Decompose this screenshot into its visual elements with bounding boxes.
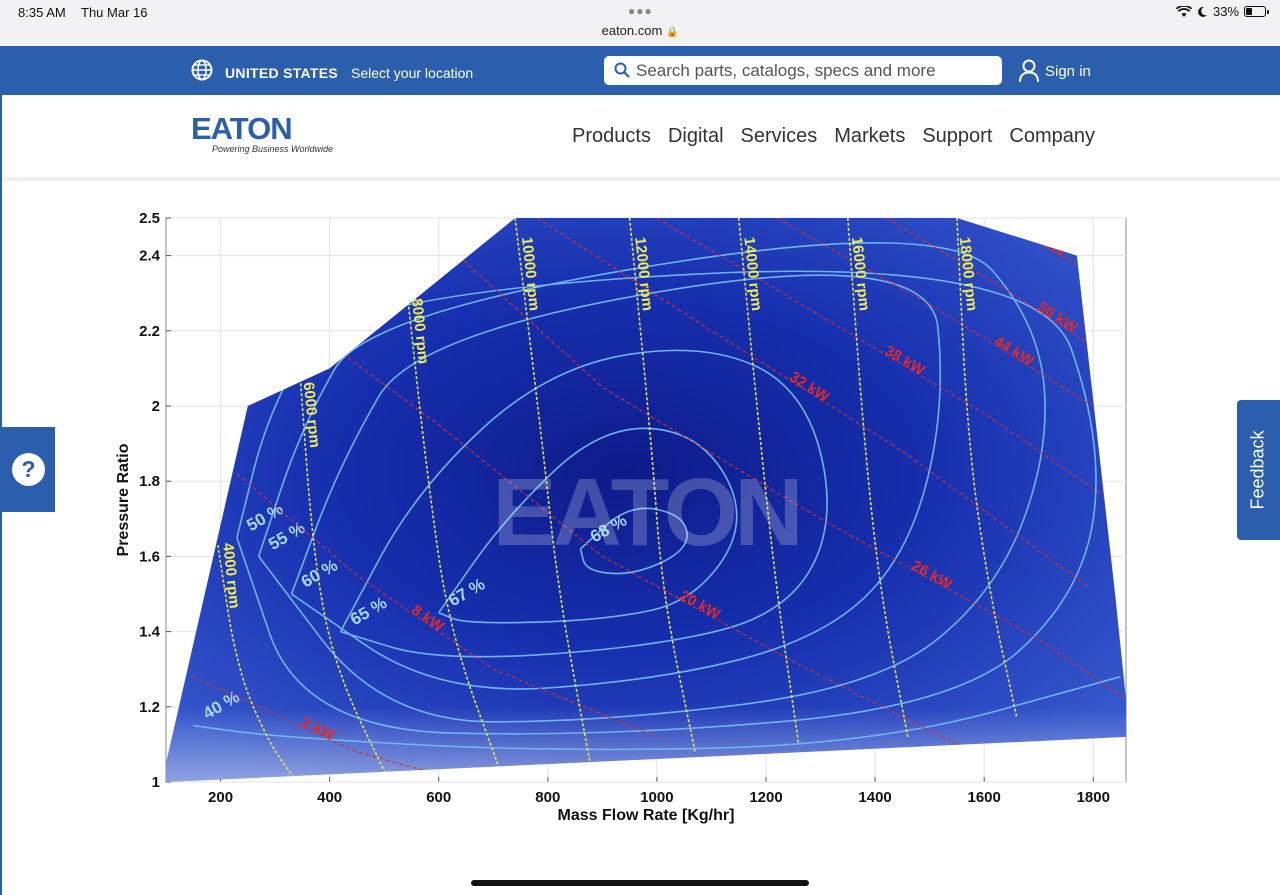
nav-company[interactable]: Company [1009, 125, 1095, 148]
y-tick-label: 1.4 [139, 624, 161, 641]
eaton-watermark: EATON [492, 459, 799, 566]
search-icon[interactable] [614, 62, 630, 78]
x-tick-label: 1400 [858, 789, 891, 806]
home-indicator[interactable] [471, 880, 809, 886]
feedback-tab[interactable]: Feedback [1237, 400, 1280, 540]
lock-icon: 🔒 [665, 27, 679, 38]
nav-markets[interactable]: Markets [834, 125, 905, 148]
moon-icon [1198, 6, 1207, 17]
x-tick-label: 600 [426, 789, 451, 806]
y-tick-label: 2.5 [139, 210, 160, 227]
feedback-label: Feedback [1247, 430, 1268, 510]
select-location-link[interactable]: Select your location [351, 65, 473, 81]
x-tick-label: 1800 [1077, 789, 1110, 806]
x-tick-label: 1600 [967, 789, 1000, 806]
x-axis-label: Mass Flow Rate [Kg/hr] [558, 807, 735, 824]
x-tick-label: 800 [535, 789, 560, 806]
y-tick-label: 2.4 [139, 248, 161, 265]
sign-in-label: Sign in [1045, 62, 1091, 80]
multitasking-dots-icon[interactable]: ●●● [628, 4, 653, 18]
help-icon: ? [12, 453, 45, 486]
battery-percent: 33% [1212, 4, 1239, 19]
logo-tagline: Powering Business Worldwide [212, 144, 334, 154]
compressor-map-chart: 200 400 600 800 1000 1200 1400 1600 1800 1 1.2 1.4 1… [115, 210, 1127, 824]
x-tick-label: 1000 [640, 789, 673, 806]
y-tick-label: 1.2 [139, 699, 160, 716]
nav-products[interactable]: Products [572, 125, 651, 148]
logo-wordmark: EATON [191, 111, 293, 146]
y-tick-label: 2.2 [139, 323, 160, 340]
status-time: 8:35 AM [18, 5, 66, 20]
user-icon [1019, 59, 1039, 83]
x-tick-label: 200 [208, 789, 233, 806]
search-input[interactable] [634, 56, 998, 85]
main-nav: Products Digital Services Markets Suppor… [572, 125, 1095, 148]
status-day: Thu Mar 16 [81, 5, 148, 20]
sign-in-button[interactable]: Sign in [1018, 59, 1091, 83]
status-indicators: 33% [1175, 4, 1269, 19]
y-tick-label: 2 [152, 398, 160, 415]
y-tick-label: 1.6 [139, 548, 160, 565]
y-axis-label: Pressure Ratio [115, 443, 132, 556]
eaton-logo[interactable]: EATON Powering Business Worldwide [191, 111, 334, 154]
nav-digital[interactable]: Digital [668, 125, 724, 148]
x-tick-label: 1200 [749, 789, 782, 806]
globe-icon[interactable] [191, 59, 213, 81]
wifi-icon [1175, 5, 1192, 17]
nav-services[interactable]: Services [741, 125, 818, 148]
address-bar[interactable]: eaton.com 🔒 [0, 23, 1280, 38]
utility-bar: UNITED STATES Select your location Sign … [0, 46, 1280, 95]
y-tick-label: 1 [152, 774, 160, 791]
site-header: EATON Powering Business Worldwide Produc… [0, 95, 1280, 181]
ios-status-bar: 8:35 AM Thu Mar 16 ●●● eaton.com 🔒 33% [0, 0, 1280, 46]
search-box[interactable] [604, 56, 1002, 85]
nav-support[interactable]: Support [922, 125, 992, 148]
country-link[interactable]: UNITED STATES [225, 65, 338, 81]
y-tick-label: 1.8 [139, 473, 160, 490]
battery-icon [1244, 6, 1269, 17]
help-tab[interactable]: ? [0, 427, 55, 512]
url-text: eaton.com [601, 23, 663, 38]
x-tick-label: 400 [317, 789, 342, 806]
